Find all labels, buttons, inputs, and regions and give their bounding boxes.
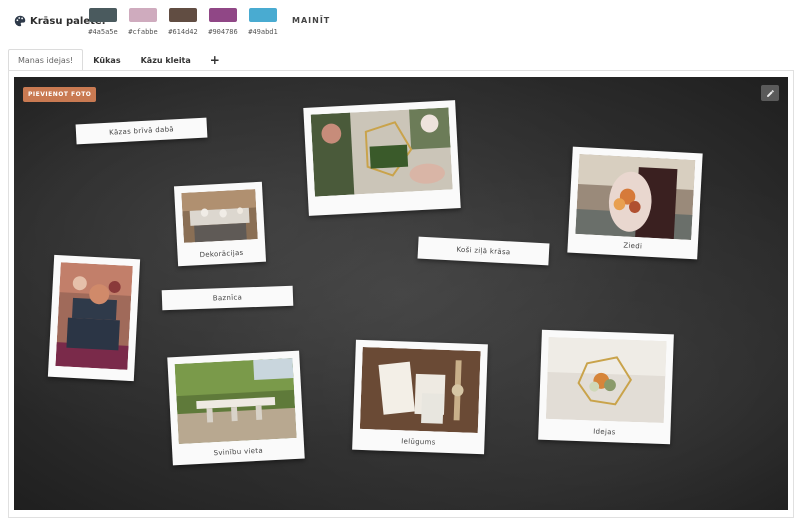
photo-card[interactable] <box>47 254 141 382</box>
tab-manas-idejas[interactable]: Manas idejas! <box>8 49 84 71</box>
add-tab-button[interactable]: + <box>201 49 229 71</box>
text-note[interactable]: Koši ziļā krāsa <box>417 236 550 266</box>
swatch-color <box>249 8 277 22</box>
text-note[interactable]: Baznīca <box>161 285 294 311</box>
photo-caption <box>48 371 134 376</box>
mood-board[interactable]: PIEVIENOT FOTO Kāzas brīvā dabā Baznīca … <box>14 77 788 510</box>
note-text: Koši ziļā krāsa <box>456 245 511 257</box>
photo-image <box>174 357 297 445</box>
photo-caption: Dekorācijas <box>199 248 244 260</box>
photo-caption: Ziedi <box>623 241 643 251</box>
photo-image <box>55 262 133 370</box>
text-note[interactable]: Kāzas brīvā dabā <box>75 117 208 145</box>
photo-image <box>310 107 453 197</box>
photo-caption: Svinību vieta <box>213 446 264 458</box>
pencil-icon <box>766 89 774 97</box>
palette-swatch[interactable]: #4a5a5e <box>83 8 123 36</box>
palette-bar: Krāsu palete: #4a5a5e #cfabbe #614d42 #9… <box>0 0 800 46</box>
swatch-code: #4a5a5e <box>88 28 118 36</box>
swatch-code: #614d42 <box>168 28 198 36</box>
swatch-color <box>169 8 197 22</box>
swatch-code: #49abd1 <box>248 28 278 36</box>
photo-image <box>545 336 667 424</box>
swatch-color <box>129 8 157 22</box>
palette-swatch[interactable]: #904786 <box>203 8 243 36</box>
swatch-code: #cfabbe <box>128 28 158 36</box>
tab-kazu-kleita[interactable]: Kāzu kleita <box>131 49 201 71</box>
photo-image <box>181 189 258 243</box>
swatch-color <box>209 8 237 22</box>
swatch-code: #904786 <box>208 28 238 36</box>
photo-card[interactable]: Idejas <box>538 329 674 445</box>
tab-kukas[interactable]: Kūkas <box>83 49 130 71</box>
board-tabs: Manas idejas! Kūkas Kāzu kleita + <box>8 49 229 71</box>
photo-card[interactable]: Svinību vieta <box>167 350 305 466</box>
swatch-color <box>89 8 117 22</box>
photo-image <box>575 154 696 240</box>
photo-image <box>359 346 481 434</box>
photo-card[interactable] <box>303 100 461 216</box>
palette-swatch[interactable]: #614d42 <box>163 8 203 36</box>
palette-swatch[interactable]: #49abd1 <box>243 8 283 36</box>
photo-card[interactable]: Ziedi <box>567 146 703 260</box>
photo-caption <box>309 202 461 210</box>
note-text: Baznīca <box>212 293 243 303</box>
photo-card[interactable]: Dekorācijas <box>173 181 267 267</box>
palette-swatch[interactable]: #cfabbe <box>123 8 163 36</box>
photo-caption: Ielūgums <box>401 437 436 447</box>
photo-card[interactable]: Ielūgums <box>352 339 488 455</box>
palette-icon <box>14 15 26 27</box>
photo-caption: Idejas <box>593 427 616 437</box>
edit-palette-button[interactable]: MAINĪT <box>292 16 330 25</box>
edit-board-button[interactable] <box>761 85 779 101</box>
note-text: Kāzas brīvā dabā <box>108 125 175 137</box>
add-photo-button[interactable]: PIEVIENOT FOTO <box>23 87 97 102</box>
